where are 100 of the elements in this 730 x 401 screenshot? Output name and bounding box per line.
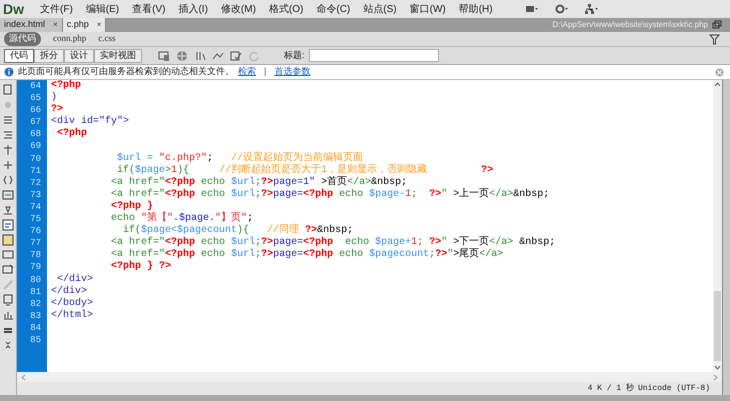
code-token: <a href="	[110, 188, 166, 200]
code-token: page=1"	[273, 176, 316, 188]
line-number: 73	[29, 188, 42, 201]
info-icon[interactable]	[4, 67, 14, 77]
code-token: </a>	[479, 249, 504, 260]
code-token: page=	[273, 237, 304, 248]
scroll-down-icon[interactable]	[714, 365, 721, 370]
file-path: D:\AppServ\www\website\system\sxkt\c.php	[552, 19, 708, 31]
code-token: echo	[338, 188, 364, 200]
code-token: <?php	[165, 237, 196, 248]
code-token: <?php	[51, 80, 82, 91]
gear-icon[interactable]	[554, 3, 569, 15]
info-link[interactable]: 检索	[238, 65, 256, 79]
view-button[interactable]: 拆分	[34, 48, 64, 62]
code-token: $page+	[375, 237, 412, 248]
menu-item[interactable]: 帮助(H)	[454, 2, 498, 16]
code-token: <div id="fy">	[51, 116, 130, 128]
code-token: ;	[247, 213, 254, 224]
scroll-up-icon[interactable]	[714, 82, 721, 87]
info-message: 此页面可能具有仅可由服务器检索到的动态相关文件。	[18, 65, 234, 78]
restore-window-icon[interactable]	[712, 20, 722, 30]
code-token: </div>	[51, 286, 88, 297]
info-link[interactable]: 首选参数	[274, 65, 310, 79]
code-token: >首页	[320, 176, 348, 188]
code-token: >	[165, 164, 172, 176]
title-input[interactable]	[308, 49, 439, 62]
balance-braces-icon[interactable]	[2, 174, 14, 186]
code-token: $page<$pagecount	[141, 225, 238, 236]
menu-item[interactable]: 查看(V)	[127, 2, 170, 16]
view-button[interactable]: 设计	[64, 48, 94, 62]
line-number: 67	[29, 116, 42, 128]
view-button[interactable]: 实时视图	[94, 48, 142, 62]
code-token: $url	[231, 188, 256, 200]
code-token: echo	[344, 237, 370, 248]
view-button[interactable]: 代码	[4, 48, 34, 62]
vertical-scrollbar[interactable]	[713, 80, 722, 372]
menu-item[interactable]: 站点(S)	[358, 2, 402, 16]
menu-item[interactable]: 修改(M)	[216, 2, 261, 16]
code-token: &nbsp;	[317, 225, 354, 236]
line-number: 70	[29, 152, 42, 165]
line-number: 80	[29, 274, 42, 286]
close-icon[interactable]: ×	[53, 19, 58, 31]
related-file[interactable]: 源代码	[4, 32, 41, 46]
code-token: >尾页	[453, 249, 480, 260]
open-documents-icon[interactable]	[2, 84, 14, 96]
filter-icon[interactable]	[709, 34, 720, 44]
file-tab[interactable]: c.php ×	[62, 18, 106, 32]
menu-item[interactable]: 编辑(E)	[80, 2, 124, 16]
code-token: >上一页	[452, 188, 490, 200]
code-token: )	[51, 92, 58, 104]
app-logo: Dw	[2, 0, 25, 18]
related-file[interactable]: conn.php	[53, 32, 86, 46]
code-token: <a href="	[110, 249, 166, 260]
code-token: if(	[122, 225, 142, 236]
code-token: $url	[231, 249, 256, 260]
code-token: //设置起始页为当前编辑页面	[231, 152, 364, 164]
code-token: 1	[171, 164, 178, 176]
file-tab[interactable]: index.html ×	[0, 18, 63, 32]
code-token: //判断起始页是否大于1，是则显示，否则隐藏	[219, 164, 428, 176]
code-token: page=	[273, 188, 304, 200]
menu-item[interactable]: 插入(I)	[173, 2, 213, 16]
encoding-status: Unicode (UTF-8)	[638, 382, 710, 394]
code-token: >下一页	[452, 237, 490, 248]
code-token: $url	[231, 176, 256, 188]
related-file[interactable]: c.css	[98, 32, 116, 46]
code-token: ;	[207, 152, 214, 164]
code-token: ?>	[305, 225, 318, 236]
code-token: $page-	[369, 188, 406, 200]
sitemap-icon[interactable]	[584, 3, 599, 15]
validate-icon[interactable]	[230, 50, 242, 62]
menu-item[interactable]: 窗口(W)	[404, 2, 451, 16]
scroll-thumb[interactable]	[714, 291, 721, 361]
code-token: ?>	[261, 249, 274, 260]
line-number: 85	[29, 334, 42, 346]
code-token: "	[441, 188, 448, 200]
line-number: 65	[29, 92, 42, 104]
line-number: 64	[29, 80, 42, 92]
line-number: 84	[29, 322, 42, 334]
code-token: ?>	[429, 188, 442, 200]
code-token: $pagecount	[369, 249, 430, 260]
code-token: &nbsp;	[371, 176, 408, 188]
code-token: ){	[237, 225, 250, 236]
line-number: 77	[29, 237, 42, 250]
code-token: &nbsp;	[513, 188, 550, 200]
code-token: ?>	[435, 249, 448, 260]
link-separator: |	[263, 65, 268, 78]
menu-item[interactable]: 格式(O)	[264, 2, 308, 16]
code-token: <?php	[56, 128, 88, 140]
menu-item[interactable]: 文件(F)	[35, 2, 78, 16]
title-label: 标题:	[284, 48, 305, 62]
code-token: echo	[338, 249, 364, 260]
code-token: <?php } ?>	[110, 261, 172, 272]
code-token: ;	[429, 249, 436, 260]
code-token: echo	[200, 188, 226, 200]
line-number: 75	[29, 213, 42, 226]
code-token: </div>	[56, 274, 94, 284]
menu-item[interactable]: 命令(C)	[311, 2, 356, 16]
globe-icon[interactable]	[176, 50, 188, 62]
close-icon[interactable]: ×	[96, 19, 102, 31]
code-token: $page	[135, 164, 166, 176]
